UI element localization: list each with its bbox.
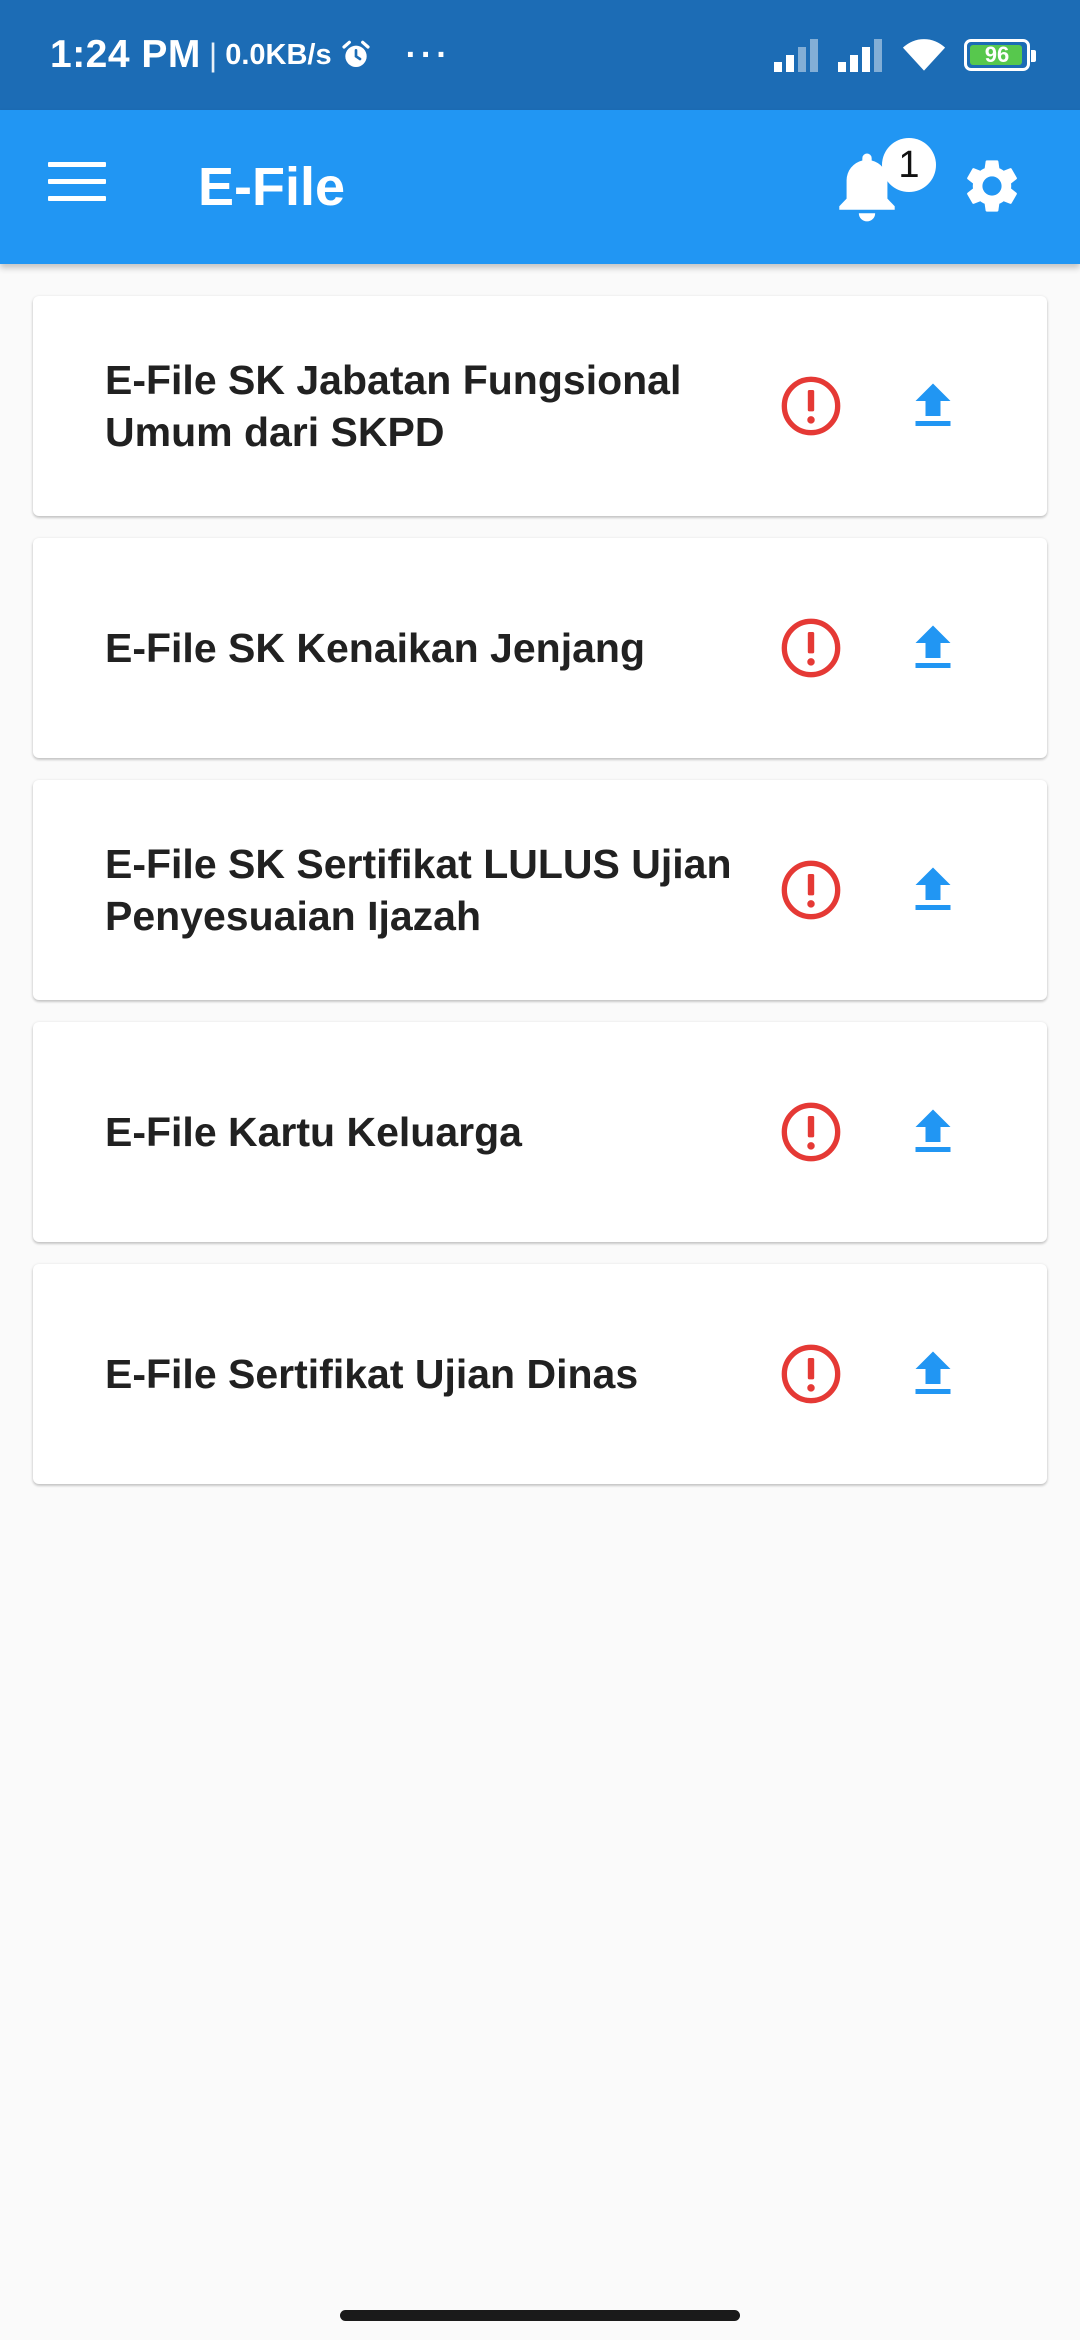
upload-icon[interactable] [903, 1100, 963, 1164]
battery-icon: 96 [964, 39, 1036, 71]
notification-badge: 1 [882, 138, 936, 192]
alarm-icon [342, 40, 370, 67]
efile-card[interactable]: E-File Sertifikat Ujian Dinas [33, 1264, 1047, 1484]
status-separator: | [208, 36, 218, 73]
battery-nub [1031, 50, 1036, 62]
efile-card[interactable]: E-File Kartu Keluarga [33, 1022, 1047, 1242]
network-speed: 0.0KB/s [225, 38, 332, 71]
home-indicator[interactable] [340, 2310, 740, 2321]
efile-title: E-File SK Sertifikat LULUS Ujian Penyesu… [105, 841, 732, 939]
efile-title: E-File Sertifikat Ujian Dinas [105, 1351, 639, 1397]
efile-list: E-File SK Jabatan Fungsional Umum dari S… [33, 296, 1047, 1506]
more-notifications-dots: ··· [405, 35, 452, 74]
upload-icon[interactable] [903, 374, 963, 438]
status-bar: 1:24 PM | 0.0KB/s ··· 96 [0, 0, 1080, 110]
app-bar: E-File 1 [0, 110, 1080, 264]
upload-icon[interactable] [903, 1342, 963, 1406]
efile-card[interactable]: E-File SK Sertifikat LULUS Ujian Penyesu… [33, 780, 1047, 1000]
alert-circle-icon[interactable] [779, 616, 843, 680]
alert-circle-icon[interactable] [779, 858, 843, 922]
alert-circle-icon[interactable] [779, 1342, 843, 1406]
efile-title: E-File SK Kenaikan Jenjang [105, 625, 645, 671]
alert-circle-icon[interactable] [779, 1100, 843, 1164]
efile-card[interactable]: E-File SK Kenaikan Jenjang [33, 538, 1047, 758]
upload-icon[interactable] [903, 858, 963, 922]
wifi-icon [902, 39, 946, 71]
signal-icon [838, 39, 882, 72]
alert-circle-icon[interactable] [779, 374, 843, 438]
signal-icon [774, 39, 818, 72]
page-title: E-File [198, 157, 346, 217]
efile-title: E-File SK Jabatan Fungsional Umum dari S… [105, 357, 682, 455]
menu-icon[interactable] [48, 162, 106, 212]
efile-card[interactable]: E-File SK Jabatan Fungsional Umum dari S… [33, 296, 1047, 516]
status-time: 1:24 PM [50, 33, 201, 76]
battery-level: 96 [984, 42, 1010, 67]
gear-icon[interactable] [960, 154, 1024, 218]
upload-icon[interactable] [903, 616, 963, 680]
efile-title: E-File Kartu Keluarga [105, 1109, 522, 1155]
